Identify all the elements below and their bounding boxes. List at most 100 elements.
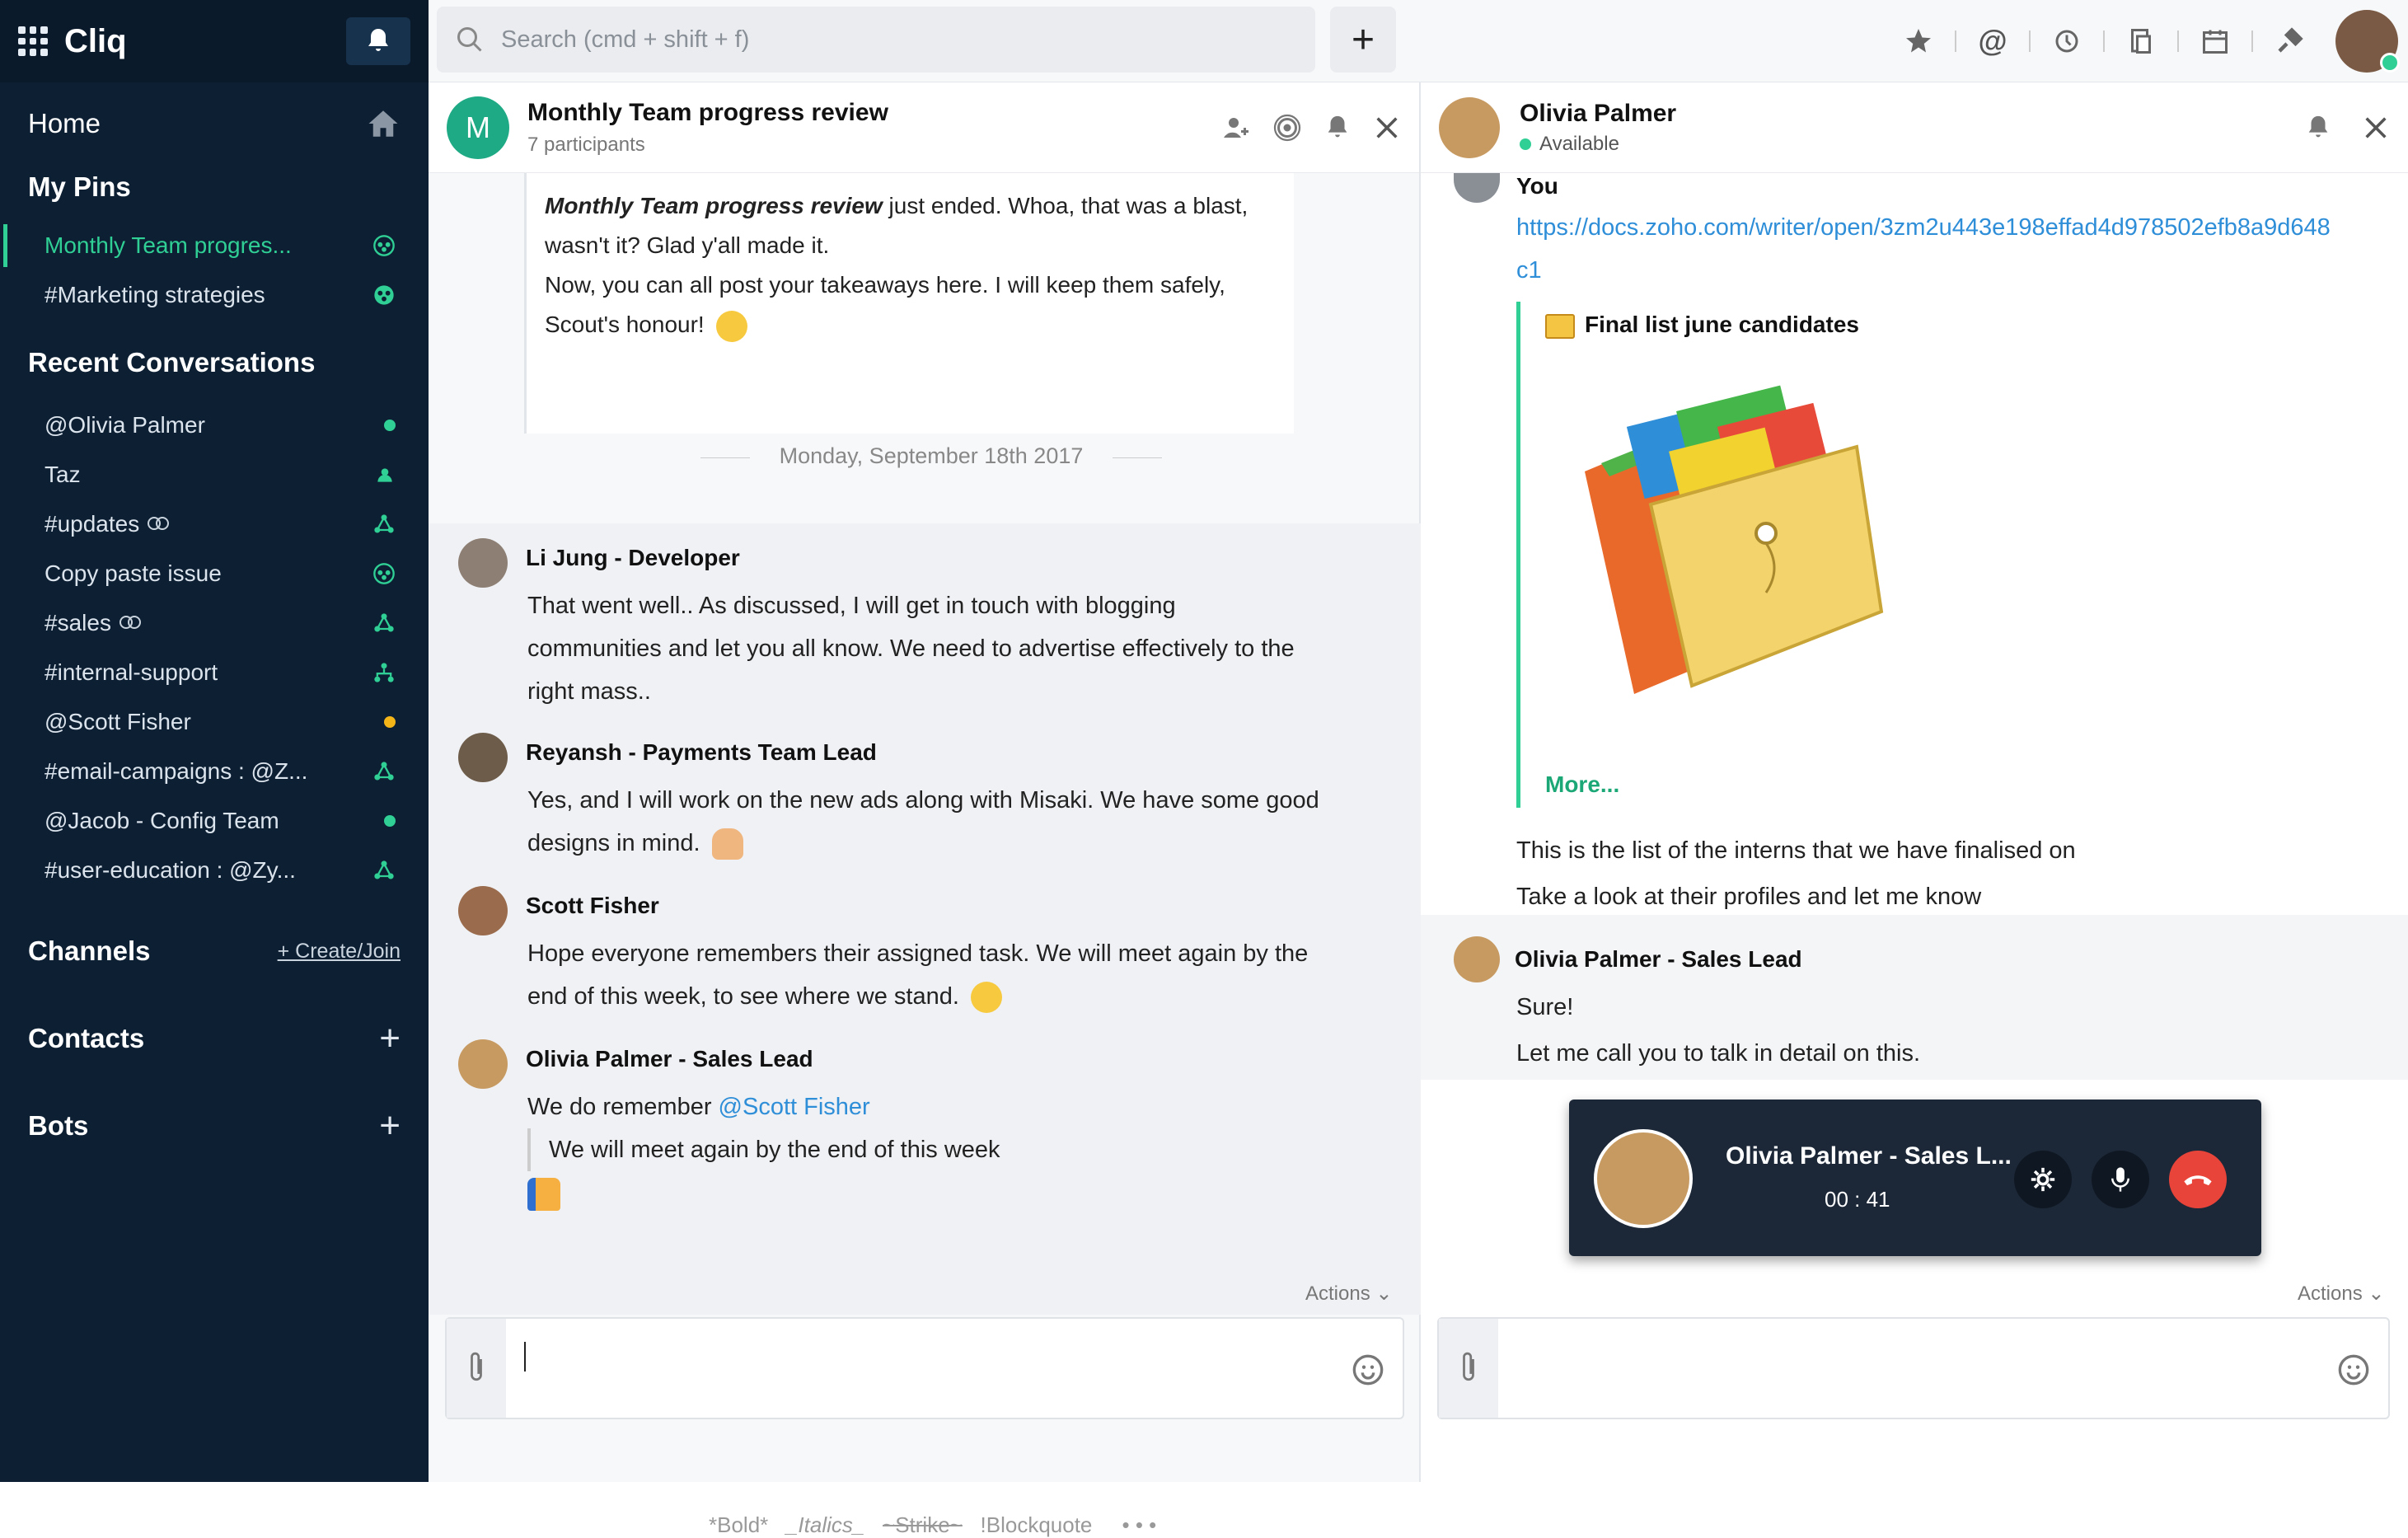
online-status-icon: [1520, 138, 1531, 150]
you-label: You: [1516, 173, 1558, 199]
recent-item-internal-support[interactable]: #internal-support: [0, 648, 429, 697]
add-contact-icon[interactable]: +: [379, 1018, 401, 1059]
recent-item-user-education[interactable]: #user-education : @Zy...: [0, 846, 429, 895]
pin-label: #Marketing strategies: [45, 282, 265, 307]
recent-title: Recent Conversations: [28, 347, 316, 377]
chat-title[interactable]: Monthly Team progress review: [527, 99, 888, 127]
message-line-wrap: end of this week, to see where we stand.: [527, 975, 1352, 1018]
apps-grid-icon[interactable]: [18, 26, 48, 56]
call-timer: 00 : 41: [1825, 1187, 1890, 1212]
participants-count[interactable]: 7 participants: [527, 134, 888, 157]
sidebar-home[interactable]: Home: [0, 89, 429, 158]
attachment-title-row: Final list june candidates: [1545, 312, 1859, 339]
mute-bell-icon[interactable]: [1323, 114, 1352, 142]
pin-monthly-team[interactable]: Monthly Team progres...: [0, 221, 429, 270]
recent-label: @Jacob - Config Team: [45, 808, 279, 833]
message-composer[interactable]: [445, 1317, 1404, 1419]
sender-name[interactable]: Li Jung - Developer: [526, 545, 740, 571]
call-settings-button[interactable]: [2014, 1151, 2072, 1208]
calendar-button[interactable]: [2179, 26, 2251, 56]
sender-name[interactable]: Olivia Palmer - Sales Lead: [526, 1046, 813, 1072]
group-chat-panel: M Monthly Team progress review 7 partici…: [429, 82, 1421, 1537]
away-status-icon: [384, 716, 396, 728]
close-icon[interactable]: [1373, 114, 1401, 142]
channel-icon: [374, 514, 394, 533]
search-box[interactable]: Search (cmd + shift + f): [437, 7, 1315, 73]
contact-avatar[interactable]: [1439, 96, 1500, 158]
recent-item-updates[interactable]: #updates: [0, 499, 429, 549]
more-formats-button[interactable]: • • •: [1122, 1512, 1157, 1537]
contacts-title[interactable]: Contacts: [28, 1023, 144, 1054]
mentions-button[interactable]: @: [1956, 24, 2029, 59]
avatar[interactable]: [1454, 936, 1500, 982]
recent-item-copy-paste[interactable]: Copy paste issue: [0, 549, 429, 598]
bot-line-1-rest: just ended. Whoa, that was a blast,: [882, 193, 1249, 218]
emoji-picker-icon[interactable]: [2337, 1353, 2370, 1386]
attach-button[interactable]: [1439, 1319, 1498, 1418]
recent-label: #sales: [45, 610, 111, 635]
document-link[interactable]: https://docs.zoho.com/writer/open/3zm2u4…: [1516, 206, 2340, 292]
avatar[interactable]: [458, 886, 508, 935]
bots-title[interactable]: Bots: [28, 1110, 88, 1142]
contact-status: Available: [1520, 133, 1676, 156]
microphone-icon: [2111, 1167, 2129, 1192]
pin-marketing[interactable]: #Marketing strategies: [0, 270, 429, 320]
channel-icon: [374, 285, 394, 305]
recent-label-wrap: #sales: [45, 610, 143, 636]
message-line-wrap: We do remember @Scott Fisher: [527, 1086, 1352, 1128]
folder-illustration-icon: [1585, 385, 1884, 694]
integrations-button[interactable]: [2253, 26, 2326, 56]
add-bot-icon[interactable]: +: [379, 1105, 401, 1146]
mute-mic-button[interactable]: [2092, 1151, 2149, 1208]
attach-button[interactable]: [447, 1319, 506, 1418]
add-participant-icon[interactable]: [1221, 113, 1251, 143]
bold-hint[interactable]: *Bold*: [709, 1512, 768, 1537]
italics-hint[interactable]: _Italics_: [786, 1512, 864, 1537]
recent-item-email-campaigns[interactable]: #email-campaigns : @Z...: [0, 747, 429, 796]
broadcast-icon[interactable]: [1272, 113, 1302, 143]
channel-icon: [374, 860, 394, 879]
contact-name[interactable]: Olivia Palmer: [1520, 100, 1676, 128]
files-button[interactable]: [2105, 26, 2177, 56]
recent-item-sales[interactable]: #sales: [0, 598, 429, 648]
recent-item-scott[interactable]: @Scott Fisher: [0, 697, 429, 747]
strike-hint[interactable]: ~Strike~: [883, 1512, 963, 1537]
search-placeholder: Search (cmd + shift + f): [501, 26, 750, 53]
more-link[interactable]: More...: [1545, 771, 1619, 798]
message-composer[interactable]: [1437, 1317, 2390, 1419]
blockquote-hint[interactable]: !Blockquote: [981, 1512, 1093, 1537]
mention-link[interactable]: @Scott Fisher: [719, 1094, 870, 1120]
create-join-link[interactable]: + Create/Join: [278, 940, 401, 964]
end-call-button[interactable]: [2169, 1151, 2227, 1208]
starred-button[interactable]: [1882, 26, 1955, 56]
smile-emoji-icon: [715, 310, 747, 342]
notifications-button[interactable]: [346, 17, 410, 65]
close-icon[interactable]: [2362, 114, 2390, 142]
recent-item-taz[interactable]: Taz: [0, 450, 429, 499]
direct-chat-header: Olivia Palmer Available: [1421, 82, 2408, 173]
message-line: We do remember: [527, 1094, 719, 1120]
recent-item-olivia[interactable]: @Olivia Palmer: [0, 401, 429, 450]
emoji-picker-icon[interactable]: [1352, 1353, 1384, 1386]
message-line: Hope everyone remembers their assigned t…: [527, 940, 1309, 967]
reply-line-2: Let me call you to talk in detail on thi…: [1516, 1040, 1921, 1067]
actions-menu[interactable]: Actions ⌄: [2298, 1282, 2384, 1306]
sender-name[interactable]: Reyansh - Payments Team Lead: [526, 739, 877, 766]
channels-title[interactable]: Channels: [28, 935, 151, 967]
sender-name[interactable]: Olivia Palmer - Sales Lead: [1515, 946, 1802, 973]
avatar[interactable]: [458, 538, 508, 588]
new-chat-button[interactable]: +: [1330, 7, 1396, 73]
quoted-text: We will meet again by the end of this we…: [527, 1128, 1352, 1171]
chat-avatar: M: [447, 96, 509, 159]
actions-menu[interactable]: Actions ⌄: [1305, 1282, 1392, 1306]
user-avatar[interactable]: [2335, 10, 2400, 73]
avatar[interactable]: [458, 1039, 508, 1089]
victory-hand-emoji-icon: [711, 828, 743, 860]
recent-item-jacob[interactable]: @Jacob - Config Team: [0, 796, 429, 846]
attachment-card[interactable]: Final list june candidates More...: [1516, 302, 2093, 808]
sender-name[interactable]: Scott Fisher: [526, 893, 659, 919]
files-icon: [2131, 29, 2151, 54]
avatar[interactable]: [458, 733, 508, 782]
mute-bell-icon[interactable]: [2304, 114, 2332, 142]
history-button[interactable]: [2031, 26, 2103, 56]
